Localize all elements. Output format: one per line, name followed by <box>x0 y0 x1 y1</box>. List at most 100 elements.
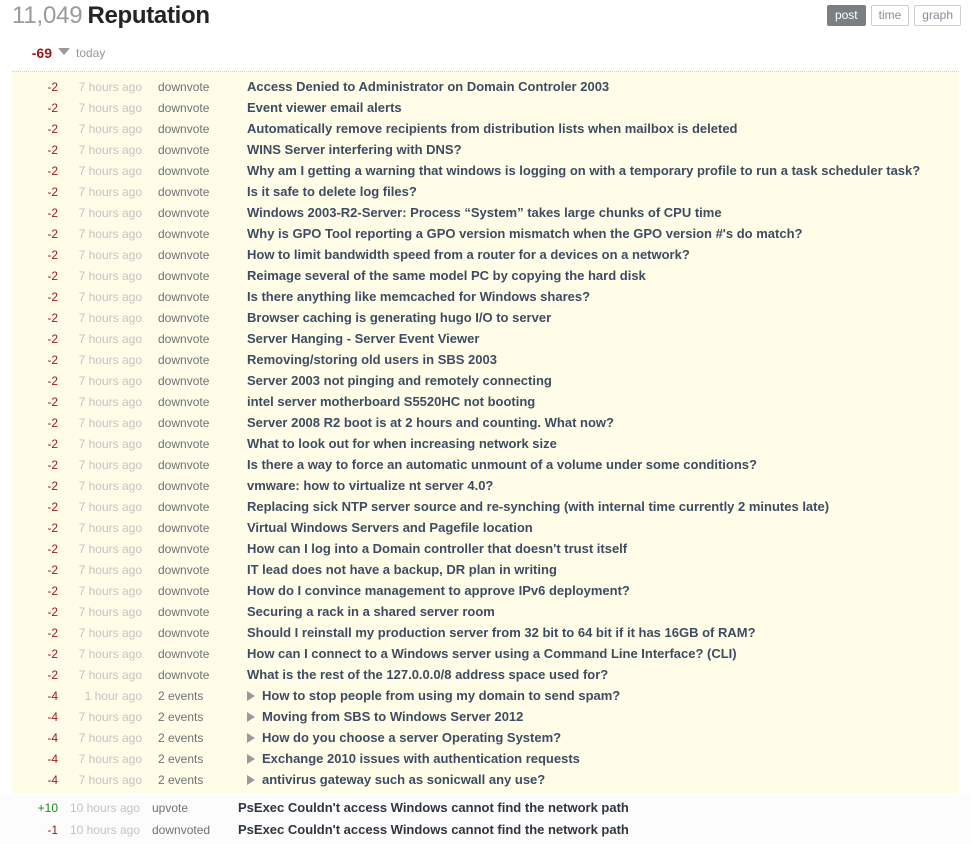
reputation-timestamp: 7 hours ago <box>78 500 142 514</box>
post-title-link[interactable]: Event viewer email alerts <box>247 100 402 115</box>
reputation-row: -1 10 hours ago downvoted PsExec Couldn't a… <box>0 819 971 841</box>
reputation-row: -2 7 hours ago downvote IT lead does not ha… <box>12 559 959 580</box>
post-title-link[interactable]: Windows 2003-R2-Server: Process “System”… <box>247 205 722 220</box>
reputation-row: -4 7 hours ago 2 events antivirus gateway s… <box>12 769 959 790</box>
post-title-link[interactable]: antivirus gateway such as sonicwall any … <box>262 772 545 787</box>
reputation-score: -2 <box>47 143 58 157</box>
chevron-right-icon[interactable] <box>247 775 255 785</box>
reputation-row: -4 7 hours ago 2 events Exchange 2010 issue… <box>12 748 959 769</box>
post-title-link[interactable]: PsExec Couldn't access Windows cannot fi… <box>238 822 629 837</box>
post-title-link[interactable]: Removing/storing old users in SBS 2003 <box>247 352 497 367</box>
post-title-link[interactable]: Securing a rack in a shared server room <box>247 604 495 619</box>
reputation-action: downvote <box>158 164 210 178</box>
reputation-row: -2 7 hours ago downvote How do I convince m… <box>12 580 959 601</box>
chevron-right-icon[interactable] <box>247 691 255 701</box>
post-title-link[interactable]: Should I reinstall my production server … <box>247 625 756 640</box>
reputation-post-title-cell: Reimage several of the same model PC by … <box>234 265 959 286</box>
reputation-action: downvote <box>158 143 210 157</box>
reputation-row: -2 7 hours ago downvote Securing a rack in … <box>12 601 959 622</box>
reputation-score: -2 <box>47 227 58 241</box>
reputation-timestamp: 7 hours ago <box>78 353 142 367</box>
reputation-timestamp: 7 hours ago <box>78 731 142 745</box>
post-title-link[interactable]: Reimage several of the same model PC by … <box>247 268 646 283</box>
post-title-link[interactable]: Why am I getting a warning that windows … <box>247 163 920 178</box>
chevron-right-icon[interactable] <box>247 733 255 743</box>
reputation-row: -2 7 hours ago downvote Should I reinstall … <box>12 622 959 643</box>
post-title-link[interactable]: Access Denied to Administrator on Domain… <box>247 79 609 94</box>
post-title-link[interactable]: How can I log into a Domain controller t… <box>247 541 627 556</box>
reputation-post-title-cell: Is there anything like memcached for Win… <box>234 286 959 307</box>
post-title-link[interactable]: Server Hanging - Server Event Viewer <box>247 331 479 346</box>
reputation-timestamp: 7 hours ago <box>78 668 142 682</box>
reputation-row: -2 7 hours ago downvote vmware: how to virt… <box>12 475 959 496</box>
reputation-post-title-cell: What to look out for when increasing net… <box>234 433 959 454</box>
reputation-score: -2 <box>47 374 58 388</box>
reputation-count: 11,049 <box>12 2 83 29</box>
reputation-post-title-cell: PsExec Couldn't access Windows cannot fi… <box>228 797 971 819</box>
reputation-action: downvote <box>158 122 210 136</box>
view-toggle-graph[interactable]: graph <box>914 5 961 26</box>
post-title-link[interactable]: Is there a way to force an automatic unm… <box>247 457 757 472</box>
reputation-timestamp: 7 hours ago <box>78 521 142 535</box>
chevron-right-icon[interactable] <box>247 754 255 764</box>
post-title-link[interactable]: intel server motherboard S5520HC not boo… <box>247 394 535 409</box>
post-title-link[interactable]: IT lead does not have a backup, DR plan … <box>247 562 557 577</box>
post-title-link[interactable]: Browser caching is generating hugo I/O t… <box>247 310 551 325</box>
view-toggle-post[interactable]: post <box>826 5 866 26</box>
chevron-right-icon[interactable] <box>247 712 255 722</box>
reputation-score: -2 <box>47 563 58 577</box>
reputation-action: 2 events <box>158 773 204 787</box>
post-title-link[interactable]: How to limit bandwidth speed from a rout… <box>247 247 690 262</box>
post-title-link[interactable]: What to look out for when increasing net… <box>247 436 557 451</box>
view-toggle-time[interactable]: time <box>870 5 910 26</box>
reputation-action: downvote <box>158 542 210 556</box>
reputation-timestamp: 7 hours ago <box>78 479 142 493</box>
chevron-down-icon[interactable] <box>58 48 70 56</box>
reputation-score: -4 <box>47 752 58 766</box>
post-title-link[interactable]: Why is GPO Tool reporting a GPO version … <box>247 226 802 241</box>
post-title-link[interactable]: Is it safe to delete log files? <box>247 184 417 199</box>
reputation-score: -2 <box>47 626 58 640</box>
reputation-action: downvote <box>158 626 210 640</box>
post-title-link[interactable]: Server 2008 R2 boot is at 2 hours and co… <box>247 415 614 430</box>
reputation-timestamp: 7 hours ago <box>78 248 142 262</box>
reputation-post-title-cell: Windows 2003-R2-Server: Process “System”… <box>234 202 959 223</box>
reputation-score: -2 <box>47 584 58 598</box>
post-title-link[interactable]: How can I connect to a Windows server us… <box>247 646 737 661</box>
post-title-link[interactable]: How do I convince management to approve … <box>247 583 630 598</box>
reputation-score: -2 <box>47 500 58 514</box>
post-title-link[interactable]: Server 2003 not pinging and remotely con… <box>247 373 552 388</box>
reputation-action: 2 events <box>158 731 204 745</box>
post-title-link[interactable]: Exchange 2010 issues with authentication… <box>262 751 580 766</box>
reputation-score: -2 <box>47 437 58 451</box>
day-group-header[interactable]: -69 today <box>0 44 971 66</box>
post-title-link[interactable]: vmware: how to virtualize nt server 4.0? <box>247 478 493 493</box>
reputation-timestamp: 7 hours ago <box>78 374 142 388</box>
reputation-score: -2 <box>47 395 58 409</box>
post-title-link[interactable]: Is there anything like memcached for Win… <box>247 289 590 304</box>
reputation-action: downvote <box>158 353 210 367</box>
reputation-row: -4 7 hours ago 2 events How do you choose a… <box>12 727 959 748</box>
reputation-post-title-cell: Replacing sick NTP server source and re-… <box>234 496 959 517</box>
reputation-timestamp: 7 hours ago <box>78 437 142 451</box>
post-title-link[interactable]: Virtual Windows Servers and Pagefile loc… <box>247 520 533 535</box>
post-title-link[interactable]: Moving from SBS to Windows Server 2012 <box>262 709 523 724</box>
reputation-post-title-cell: Why am I getting a warning that windows … <box>234 160 959 181</box>
reputation-action: 2 events <box>158 710 204 724</box>
reputation-action: downvote <box>158 185 210 199</box>
reputation-row: -2 7 hours ago downvote Automatically remov… <box>12 118 959 139</box>
reputation-post-title-cell: Why is GPO Tool reporting a GPO version … <box>234 223 959 244</box>
reputation-post-title-cell: How to limit bandwidth speed from a rout… <box>234 244 959 265</box>
reputation-action: downvote <box>158 206 210 220</box>
post-title-link[interactable]: How do you choose a server Operating Sys… <box>262 730 561 745</box>
post-title-link[interactable]: How to stop people from using my domain … <box>262 688 620 703</box>
post-title-link[interactable]: Automatically remove recipients from dis… <box>247 121 738 136</box>
post-title-link[interactable]: PsExec Couldn't access Windows cannot fi… <box>238 800 629 815</box>
post-title-link[interactable]: WINS Server interfering with DNS? <box>247 142 462 157</box>
reputation-post-title-cell: How can I log into a Domain controller t… <box>234 538 959 559</box>
post-title-link[interactable]: Replacing sick NTP server source and re-… <box>247 499 829 514</box>
reputation-timestamp: 7 hours ago <box>78 143 142 157</box>
post-title-link[interactable]: What is the rest of the 127.0.0.0/8 addr… <box>247 667 608 682</box>
reputation-action: downvote <box>158 458 210 472</box>
reputation-score: -2 <box>47 521 58 535</box>
